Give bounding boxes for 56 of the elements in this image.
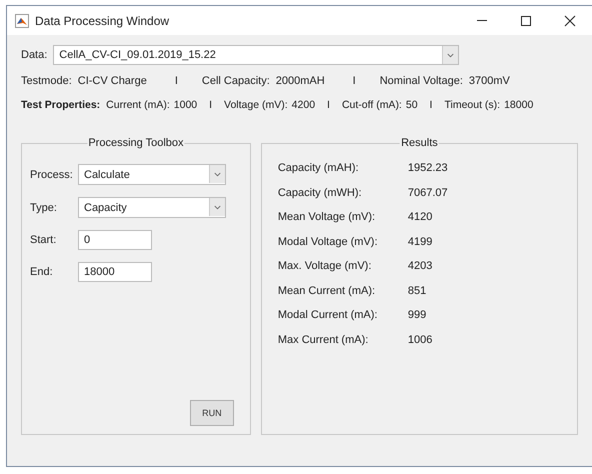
separator-text: I: [209, 99, 212, 111]
info-value: 3700mV: [468, 75, 510, 87]
info-value: 2000mAH: [276, 75, 325, 87]
dropdown-field[interactable]: Calculate: [78, 164, 226, 185]
window-title: Data Processing Window: [35, 14, 170, 28]
property-value: 50: [406, 99, 418, 111]
dropdown-field[interactable]: Capacity: [78, 197, 226, 218]
result-value: 999: [408, 309, 428, 321]
result-value: 1952.23: [408, 162, 449, 174]
result-label: Capacity (mWH):: [278, 186, 363, 198]
separator-text: I: [430, 99, 432, 111]
maximize-icon: [520, 14, 532, 26]
data-dropdown[interactable]: CellA_CV-CI_09.01.2019_15.22: [53, 45, 460, 65]
result-label: Max Current (mA):: [278, 334, 370, 346]
field-label: Process:: [30, 168, 74, 180]
result-value: 7067.07: [408, 186, 449, 198]
field-label: Type:: [30, 202, 58, 214]
property-label: Cut-off (mA):: [342, 99, 402, 111]
close-icon: [564, 14, 576, 26]
property-value: 18000: [504, 99, 534, 111]
app-logo-icon: [15, 14, 29, 28]
property-value: 4200: [292, 99, 316, 111]
result-value: 4120: [408, 211, 434, 223]
result-label: Mean Voltage (mV):: [278, 211, 376, 223]
result-label: Modal Voltage (mV):: [278, 236, 379, 248]
result-label: Mean Current (mA):: [278, 284, 376, 296]
separator-text: I: [174, 75, 178, 87]
result-value: 4203: [408, 260, 434, 272]
data-label: Data:: [21, 49, 48, 61]
property-label: Current (mA):: [106, 99, 170, 111]
run-button[interactable]: RUN: [190, 400, 234, 426]
minimize-icon: [476, 20, 488, 21]
panel-title: Processing Toolbox: [87, 137, 185, 150]
separator-text: I: [327, 99, 330, 111]
result-value: 4199: [408, 236, 434, 248]
info-label: Testmode:: [21, 75, 72, 87]
input-field[interactable]: 18000: [78, 262, 152, 282]
chevron-down-icon: [209, 198, 225, 216]
separator-text: I: [352, 75, 356, 87]
result-label: Max. Voltage (mV):: [278, 260, 372, 272]
result-label: Capacity (mAH):: [278, 162, 360, 174]
field-label: Start:: [30, 234, 58, 246]
info-label: Nominal Voltage:: [380, 75, 463, 87]
chevron-down-icon: [209, 165, 225, 183]
input-field[interactable]: 0: [78, 230, 152, 250]
result-value: 851: [408, 284, 428, 296]
info-label: Cell Capacity:: [202, 75, 270, 87]
property-value: 1000: [174, 99, 198, 111]
info-value: CI-CV Charge: [78, 75, 147, 87]
field-label: End:: [30, 266, 54, 278]
result-label: Modal Current (mA):: [278, 309, 378, 321]
section-heading: Test Properties:: [21, 99, 100, 111]
property-label: Voltage (mV):: [224, 99, 288, 111]
chevron-down-icon: [442, 46, 458, 64]
result-value: 1006: [408, 334, 434, 346]
property-label: Timeout (s):: [444, 99, 500, 111]
